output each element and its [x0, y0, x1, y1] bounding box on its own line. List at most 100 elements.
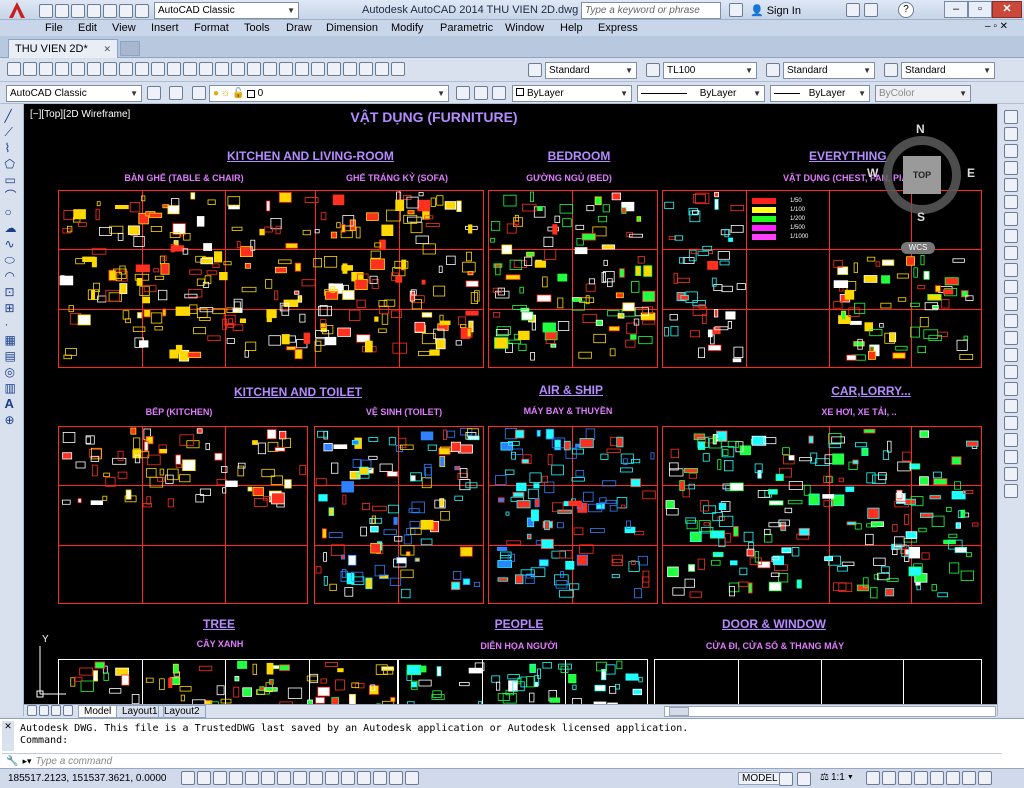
paste-icon[interactable] — [151, 62, 165, 76]
layer-state-icon[interactable] — [192, 86, 206, 100]
isolate-objects-icon[interactable] — [946, 771, 960, 785]
close-button[interactable]: ✕ — [992, 1, 1022, 18]
mirror-icon[interactable] — [1004, 144, 1018, 158]
doc-window-controls[interactable]: – ▫ ✕ — [985, 21, 1008, 32]
extend-icon[interactable] — [1004, 280, 1018, 294]
redo-icon[interactable] — [135, 3, 149, 18]
lineweight-dropdown[interactable]: ByLayer ▼ — [770, 85, 870, 102]
wcs-menu[interactable]: WCS — [901, 242, 935, 254]
grid-icon[interactable] — [213, 771, 227, 785]
copy-object-icon[interactable] — [1004, 127, 1018, 141]
redo-icon[interactable] — [215, 62, 229, 76]
copy-icon[interactable] — [135, 62, 149, 76]
point-icon[interactable]: · — [5, 318, 19, 332]
osnap-icon[interactable] — [261, 771, 275, 785]
snap-icon[interactable] — [197, 771, 211, 785]
tab-model[interactable]: Model — [78, 705, 118, 718]
plot-icon[interactable] — [55, 62, 69, 76]
maximize-button[interactable]: ▫ — [968, 1, 992, 18]
menu-modify[interactable]: Modify — [391, 22, 423, 34]
plotstyle-dropdown[interactable]: ByColor ▼ — [875, 85, 971, 102]
3d-osnap-icon[interactable] — [277, 771, 291, 785]
viewport-controls[interactable]: [−][Top][2D Wireframe] — [30, 109, 130, 120]
save-icon[interactable] — [39, 62, 53, 76]
file-tab-thu-vien[interactable]: THU VIEN 2D* ✕ — [8, 39, 118, 58]
horizontal-scrollbar[interactable] — [664, 706, 996, 717]
hatch-icon[interactable]: ▦ — [5, 334, 19, 348]
menu-insert[interactable]: Insert — [151, 22, 179, 34]
linetype-dropdown[interactable]: ByLayer ▼ — [637, 85, 765, 102]
undo-icon[interactable] — [119, 3, 133, 18]
help-button[interactable]: ? — [898, 2, 914, 18]
menu-file[interactable]: File — [45, 22, 63, 34]
save-icon[interactable] — [71, 3, 85, 18]
selection-cycling-icon[interactable] — [389, 771, 403, 785]
break-point-icon[interactable] — [1004, 297, 1018, 311]
annotation-monitor-icon[interactable] — [405, 771, 419, 785]
menu-draw[interactable]: Draw — [286, 22, 312, 34]
dim-aligned-icon[interactable] — [1004, 450, 1018, 464]
plot-icon[interactable] — [103, 3, 117, 18]
layer-dropdown[interactable]: ● ☼ 🔓 0 ▼ — [209, 85, 449, 102]
zoom-previous-icon[interactable] — [279, 62, 293, 76]
table-style-dropdown[interactable]: Standard ▼ — [783, 62, 875, 79]
add-selected-icon[interactable]: ⊕ — [5, 414, 19, 428]
infer-constraints-icon[interactable] — [181, 771, 195, 785]
menu-edit[interactable]: Edit — [78, 22, 97, 34]
construction-line-icon[interactable]: ⟋ — [5, 126, 19, 140]
dim-style-dropdown[interactable]: TL100 ▼ — [663, 62, 757, 79]
scale-icon[interactable] — [1004, 229, 1018, 243]
make-block-icon[interactable]: ⊞ — [5, 302, 19, 316]
properties-icon[interactable] — [295, 62, 309, 76]
gradient-icon[interactable]: ▤ — [5, 350, 19, 364]
status-menu-icon[interactable] — [962, 771, 976, 785]
zoom-realtime-icon[interactable] — [247, 62, 261, 76]
compass-south[interactable]: S — [917, 210, 925, 224]
rectangle-icon[interactable]: ▭ — [5, 174, 19, 188]
menu-format[interactable]: Format — [194, 22, 229, 34]
region-icon[interactable]: ◎ — [5, 366, 19, 380]
ellipse-arc-icon[interactable]: ◠ — [5, 270, 19, 284]
ducs-icon[interactable] — [309, 771, 323, 785]
rotate-icon[interactable] — [1004, 212, 1018, 226]
app-menu-button[interactable] — [2, 0, 32, 20]
sheet-set-icon[interactable] — [343, 62, 357, 76]
model-space-button[interactable]: MODEL — [738, 772, 782, 785]
save-as-icon[interactable] — [87, 3, 101, 18]
undo-icon[interactable] — [199, 62, 213, 76]
workspace-switch-dropdown[interactable]: AutoCAD Classic ▼ — [6, 85, 142, 102]
table-icon[interactable]: ▥ — [5, 382, 19, 396]
clean-screen-icon[interactable] — [978, 771, 992, 785]
viewcube[interactable]: TOP N S E W WCS — [867, 122, 979, 254]
open-icon[interactable] — [23, 62, 37, 76]
quick-view-layouts-icon[interactable] — [779, 772, 793, 786]
blend-icon[interactable] — [1004, 382, 1018, 396]
prev-layout-icon[interactable] — [39, 705, 49, 716]
menu-tools[interactable]: Tools — [244, 22, 270, 34]
calculator-icon[interactable] — [375, 62, 389, 76]
new-tab-button[interactable] — [120, 41, 140, 56]
tool-palettes-icon[interactable] — [327, 62, 341, 76]
ellipse-icon[interactable]: ⬭ — [5, 254, 19, 268]
annotation-scale[interactable]: ⚖ 1:1 ▼ — [820, 772, 854, 783]
hardware-acceleration-icon[interactable] — [930, 771, 944, 785]
match-properties-icon[interactable] — [167, 62, 181, 76]
recent-commands-icon[interactable]: ▸▾ — [22, 756, 31, 767]
polyline-icon[interactable]: ⌇ — [5, 142, 19, 156]
line-icon[interactable]: ╱ — [5, 110, 19, 124]
qnew-icon[interactable] — [7, 62, 21, 76]
ortho-icon[interactable] — [229, 771, 243, 785]
explode-icon[interactable] — [1004, 399, 1018, 413]
text-style-dropdown[interactable]: Standard ▼ — [545, 62, 637, 79]
workspace-switching-icon[interactable] — [898, 771, 912, 785]
workspace-settings-icon[interactable] — [147, 86, 161, 100]
dim-angular-icon[interactable] — [1004, 484, 1018, 498]
otrack-icon[interactable] — [293, 771, 307, 785]
sign-in-button[interactable]: 👤 Sign In — [750, 4, 801, 18]
exchange-icon[interactable] — [846, 3, 860, 17]
first-layout-icon[interactable] — [27, 705, 37, 716]
minimize-button[interactable]: – — [944, 1, 968, 18]
insert-block-icon[interactable]: ⊡ — [5, 286, 19, 300]
help-icon[interactable] — [391, 62, 405, 76]
last-layout-icon[interactable] — [63, 705, 73, 716]
